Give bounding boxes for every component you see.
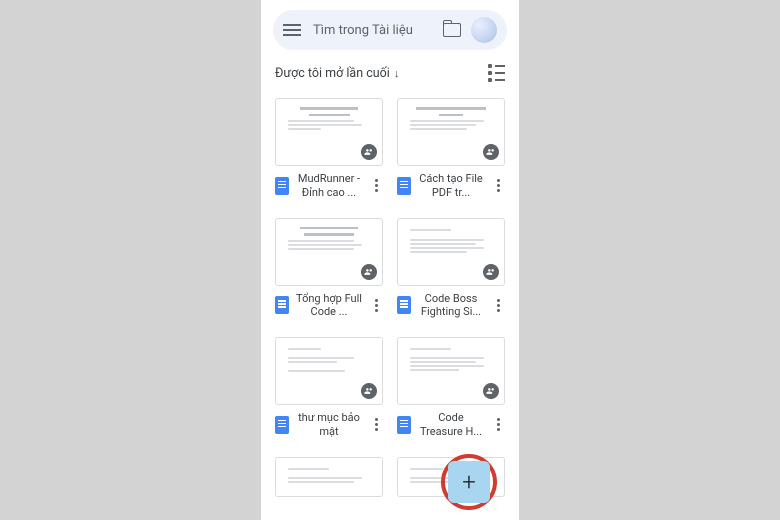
more-button[interactable] [369, 418, 383, 431]
doc-card[interactable]: Cách tạo File PDF tr... [397, 98, 505, 200]
doc-meta: thư mục bảo mật [275, 411, 383, 439]
doc-card[interactable] [275, 457, 383, 497]
shared-icon [361, 264, 377, 280]
menu-icon[interactable] [283, 24, 301, 36]
doc-title: Tổng hợp Full Code ... [294, 292, 364, 320]
shared-icon [483, 383, 499, 399]
create-new-button[interactable]: + [448, 461, 490, 503]
doc-title: thư mục bảo mật [294, 411, 364, 439]
avatar[interactable] [471, 17, 497, 43]
fab-highlight-ring: + [441, 454, 497, 510]
folder-icon[interactable] [443, 23, 461, 37]
list-view-icon[interactable] [488, 64, 505, 82]
sort-bar: Được tôi mở lần cuối ↓ [261, 50, 519, 90]
shared-icon [361, 144, 377, 160]
more-button[interactable] [369, 179, 383, 192]
doc-meta: Cách tạo File PDF tr... [397, 172, 505, 200]
doc-thumbnail [397, 337, 505, 405]
sort-label: Được tôi mở lần cuối [275, 66, 390, 81]
doc-thumbnail [397, 218, 505, 286]
doc-title: Cách tạo File PDF tr... [416, 172, 486, 200]
doc-thumbnail [397, 98, 505, 166]
document-grid: MudRunner - Đỉnh cao ... Cách tạo File P… [261, 90, 519, 511]
docs-icon [397, 177, 411, 195]
shared-icon [483, 264, 499, 280]
search-placeholder: Tìm trong Tài liệu [313, 23, 443, 38]
doc-card[interactable]: MudRunner - Đỉnh cao ... [275, 98, 383, 200]
sort-dropdown[interactable]: Được tôi mở lần cuối ↓ [275, 66, 399, 81]
doc-card[interactable]: Code Treasure H... [397, 337, 505, 439]
more-button[interactable] [491, 299, 505, 312]
doc-title: Code Treasure H... [416, 411, 486, 439]
more-button[interactable] [491, 179, 505, 192]
doc-thumbnail [275, 457, 383, 497]
doc-card[interactable]: thư mục bảo mật [275, 337, 383, 439]
doc-meta: Tổng hợp Full Code ... [275, 292, 383, 320]
more-button[interactable] [491, 418, 505, 431]
doc-meta: Code Treasure H... [397, 411, 505, 439]
docs-icon [275, 177, 289, 195]
docs-icon [275, 296, 289, 314]
app-screen: Tìm trong Tài liệu Được tôi mở lần cuối … [261, 0, 519, 520]
doc-meta: MudRunner - Đỉnh cao ... [275, 172, 383, 200]
chevron-down-icon: ↓ [394, 67, 400, 80]
doc-title: Code Boss Fighting Si... [416, 292, 486, 320]
doc-thumbnail [275, 218, 383, 286]
more-button[interactable] [369, 299, 383, 312]
doc-thumbnail [275, 98, 383, 166]
docs-icon [275, 416, 289, 434]
docs-icon [397, 296, 411, 314]
doc-thumbnail [275, 337, 383, 405]
shared-icon [483, 144, 499, 160]
doc-card[interactable]: Tổng hợp Full Code ... [275, 218, 383, 320]
doc-title: MudRunner - Đỉnh cao ... [294, 172, 364, 200]
plus-icon: + [462, 468, 476, 496]
search-bar[interactable]: Tìm trong Tài liệu [273, 10, 507, 50]
doc-meta: Code Boss Fighting Si... [397, 292, 505, 320]
doc-card[interactable]: Code Boss Fighting Si... [397, 218, 505, 320]
shared-icon [361, 383, 377, 399]
docs-icon [397, 416, 411, 434]
